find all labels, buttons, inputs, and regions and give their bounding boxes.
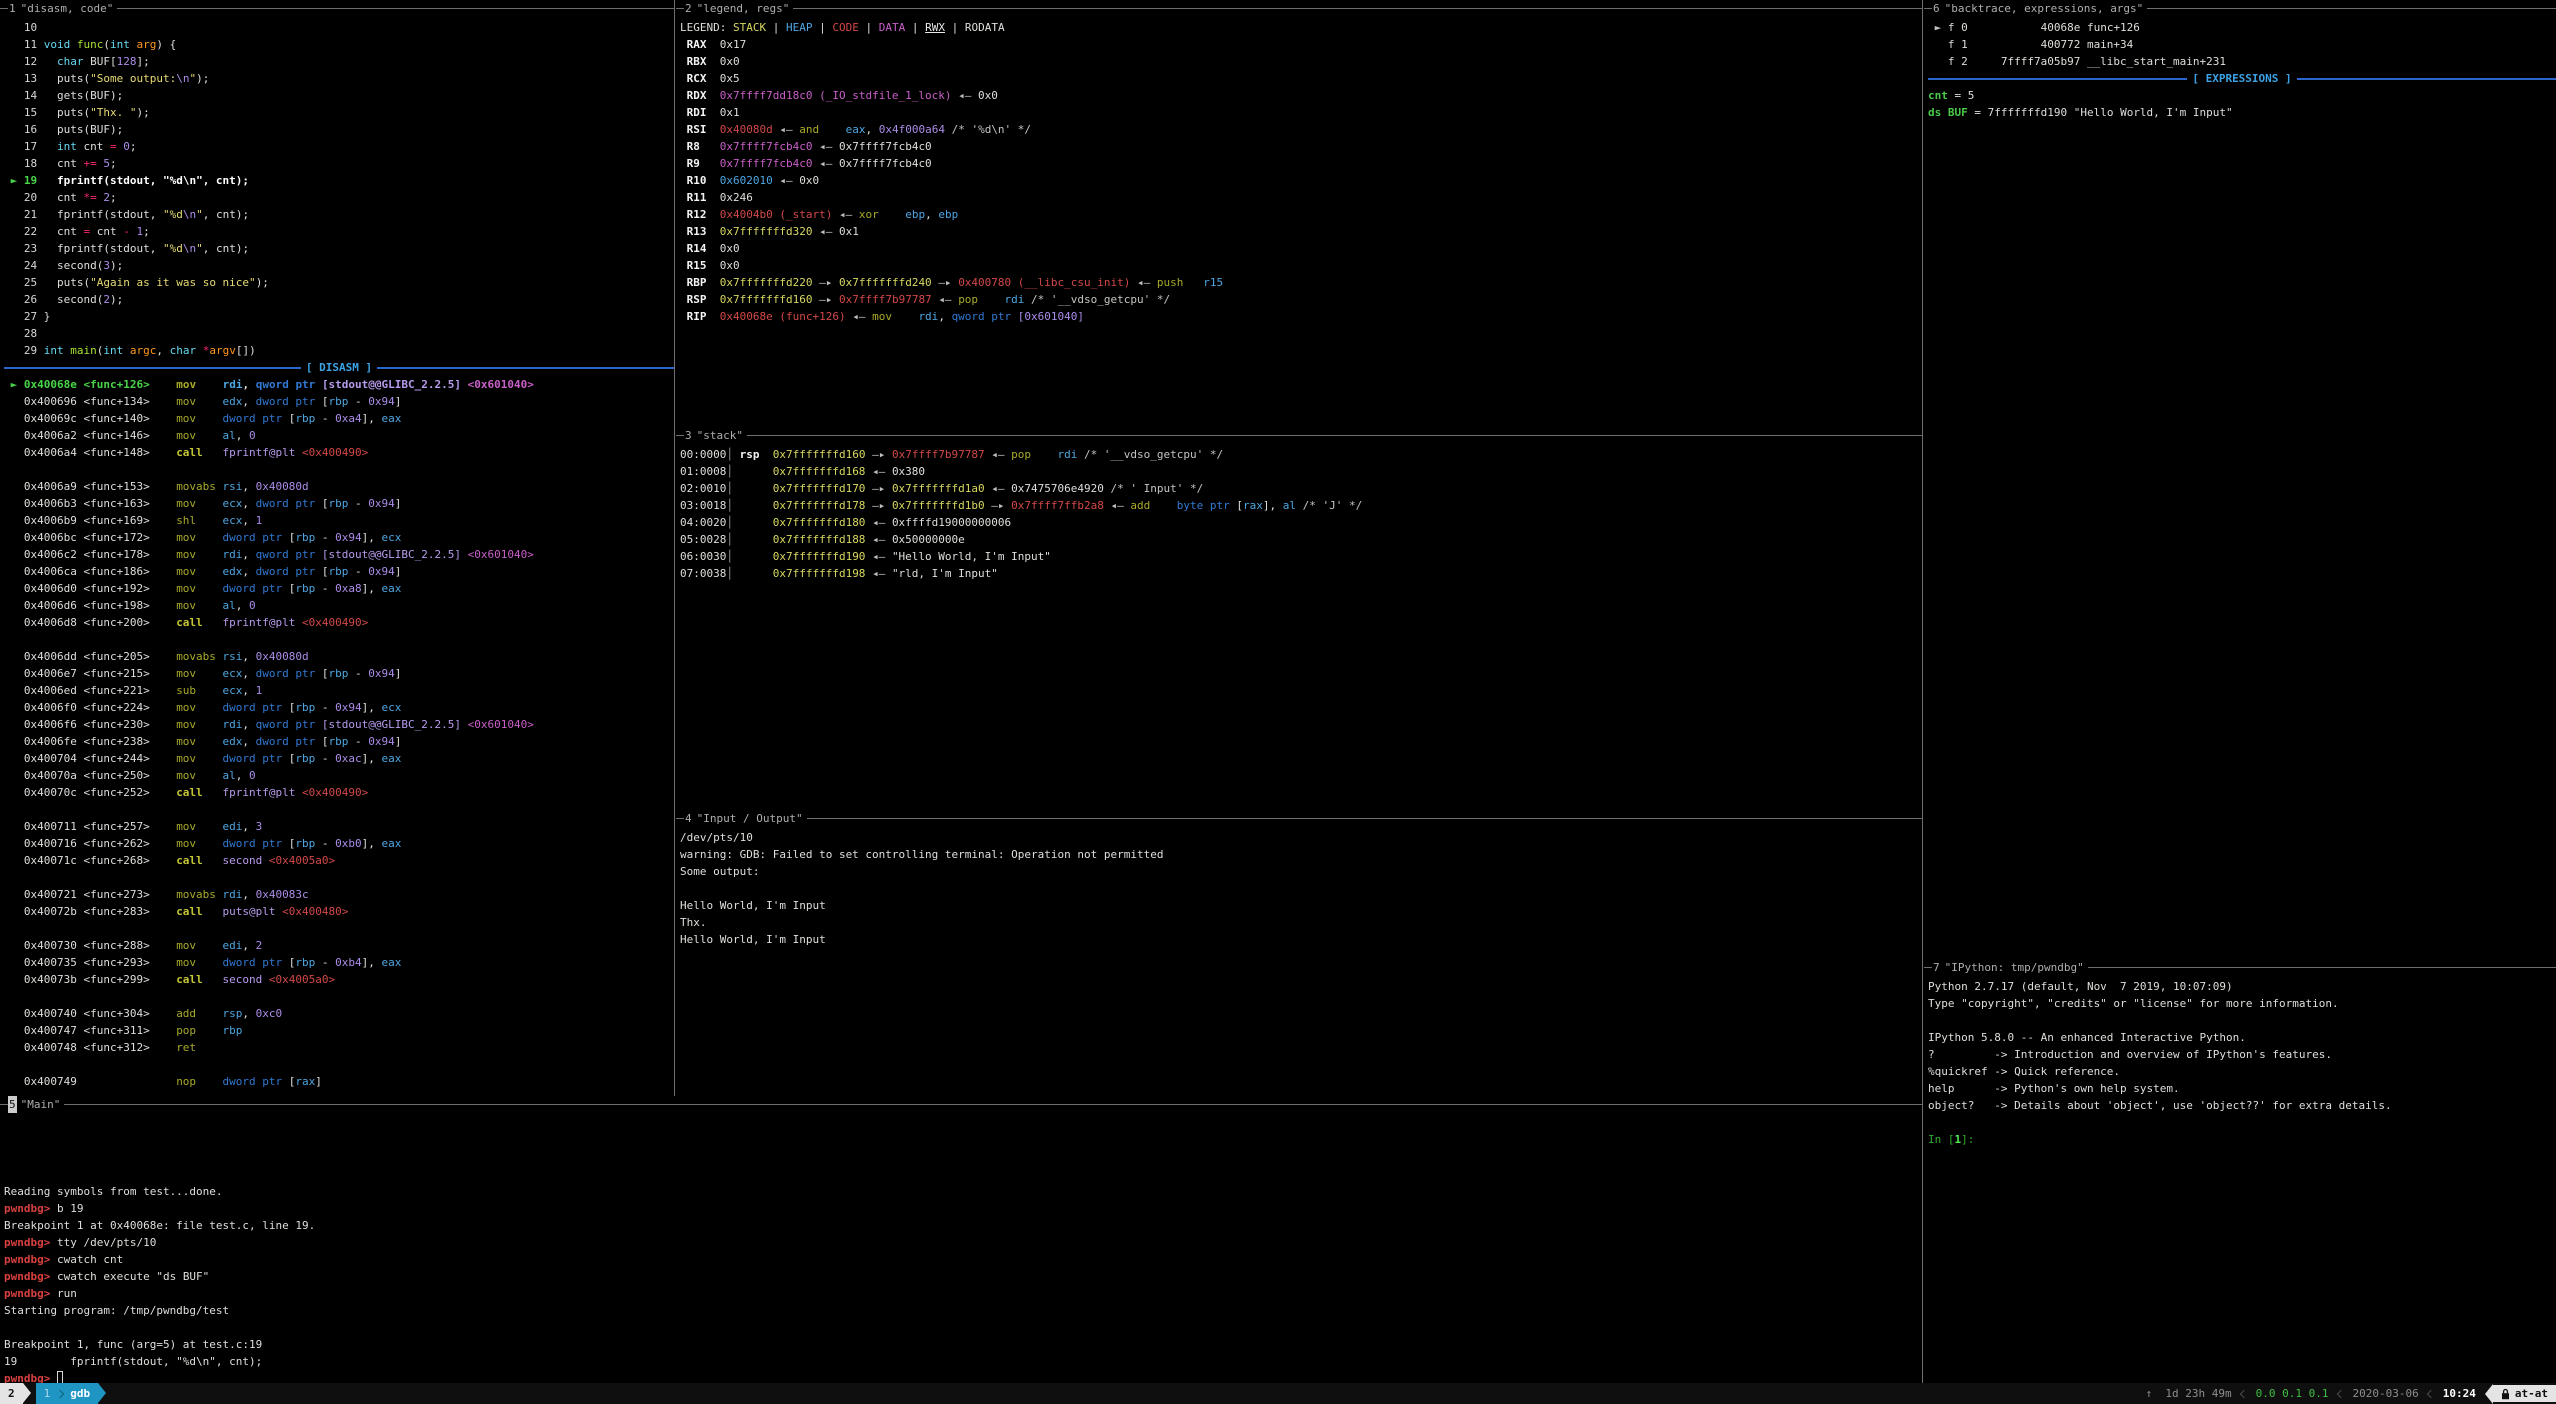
border-line (676, 435, 684, 436)
backtrace-expressions-listing[interactable]: ► f 0 40068e func+126 f 1 400772 main+34… (1924, 17, 2556, 121)
uptime-text: 1d 23h 49m (2165, 1385, 2231, 1402)
border-line (1924, 967, 1932, 968)
pane-title-ipython: 7"IPython: tmp/pwndbg" (1924, 959, 2556, 976)
window-name: gdb (70, 1385, 90, 1402)
status-left: 2 1 gdb (0, 1383, 106, 1404)
source-and-disasm-listing[interactable]: 10 11 void func(int arg) { 12 char BUF[1… (0, 17, 674, 1090)
status-date: 2020-03-06 (2353, 1385, 2419, 1402)
chevron-left-icon (2427, 1389, 2435, 1397)
pane-title-text: "legend, regs" (697, 0, 790, 17)
border-line (1924, 8, 1932, 9)
session-badge[interactable]: 2 (0, 1383, 23, 1404)
pane-separator-vertical[interactable] (674, 0, 675, 1096)
chevron-left-icon (2239, 1389, 2247, 1397)
ipython-console[interactable]: Python 2.7.17 (default, Nov 7 2019, 10:0… (1924, 976, 2556, 1148)
status-right: ↑ 1d 23h 49m 0.0 0.1 0.1 2020-03-06 10:2… (2146, 1383, 2556, 1404)
tmux-terminal: 1"disasm, code" 10 11 void func(int arg)… (0, 0, 2556, 1404)
chevron-right-icon (56, 1389, 64, 1397)
pane-separator-vertical[interactable] (1922, 0, 1923, 1383)
lock-icon (2501, 1388, 2510, 1400)
pane-main-gdb[interactable]: 5"Main" Reading symbols from test...done… (0, 1096, 1922, 1383)
window-number: 1 (44, 1385, 51, 1402)
hostname-badge: at-at (2493, 1385, 2556, 1402)
border-line (793, 8, 1922, 9)
status-clock: 10:24 (2443, 1385, 2476, 1402)
load-average: 0.0 0.1 0.1 (2256, 1385, 2329, 1402)
pane-number: 3 (684, 427, 693, 444)
pane-title-stack: 3"stack" (676, 427, 1922, 444)
border-line (0, 8, 8, 9)
program-io-output[interactable]: /dev/pts/10warning: GDB: Failed to set c… (676, 827, 1922, 948)
stack-listing[interactable]: 00:0000│ rsp 0x7fffffffd160 —▸ 0x7ffff7b… (676, 444, 1922, 582)
window-tab-gdb[interactable]: 1 gdb (36, 1383, 99, 1404)
pane-title-input-output: 4"Input / Output" (676, 810, 1922, 827)
pane-number: 1 (8, 0, 17, 17)
hostname-text: at-at (2515, 1385, 2548, 1402)
pane-title-backtrace: 6"backtrace, expressions, args" (1924, 0, 2556, 17)
pane-legend-regs[interactable]: 2"legend, regs" LEGEND: STACK | HEAP | C… (676, 0, 1922, 427)
border-line (0, 1104, 8, 1105)
pane-title-text: "backtrace, expressions, args" (1945, 0, 2144, 17)
border-line (117, 8, 674, 9)
pane-title-text: "disasm, code" (21, 0, 114, 17)
powerline-arrow-icon (23, 1383, 31, 1403)
uptime-arrow-icon: ↑ (2146, 1385, 2153, 1402)
pane-title-disasm-code: 1"disasm, code" (0, 0, 674, 17)
pane-number: 7 (1932, 959, 1941, 976)
chevron-left-icon (2336, 1389, 2344, 1397)
pane-number: 2 (684, 0, 693, 17)
pane-number: 6 (1932, 0, 1941, 17)
gdb-console[interactable]: Reading symbols from test...done.pwndbg>… (0, 1113, 1922, 1383)
powerline-arrow-icon (2485, 1384, 2493, 1404)
border-line (807, 818, 1922, 819)
border-line (676, 8, 684, 9)
pane-ipython[interactable]: 7"IPython: tmp/pwndbg" Python 2.7.17 (de… (1924, 959, 2556, 1383)
border-line (2088, 967, 2556, 968)
pane-title-main: 5"Main" (0, 1096, 1922, 1113)
pane-title-text: "Main" (21, 1096, 61, 1113)
powerline-arrow-icon (98, 1383, 106, 1403)
pane-disasm-code[interactable]: 1"disasm, code" 10 11 void func(int arg)… (0, 0, 674, 1096)
tmux-status-bar: 2 1 gdb ↑ 1d 23h 49m 0.0 0.1 0.1 2020-03… (0, 1383, 2556, 1404)
pane-stack[interactable]: 3"stack" 00:0000│ rsp 0x7fffffffd160 —▸ … (676, 427, 1922, 810)
pane-title-legend-regs: 2"legend, regs" (676, 0, 1922, 17)
registers-listing[interactable]: LEGEND: STACK | HEAP | CODE | DATA | RWX… (676, 17, 1922, 325)
pane-backtrace-expressions[interactable]: 6"backtrace, expressions, args" ► f 0 40… (1924, 0, 2556, 959)
border-line (747, 435, 1922, 436)
pane-title-text: "stack" (697, 427, 743, 444)
border-line (64, 1104, 1922, 1105)
pane-input-output[interactable]: 4"Input / Output" /dev/pts/10warning: GD… (676, 810, 1922, 1096)
border-line (2147, 8, 2556, 9)
pane-title-text: "IPython: tmp/pwndbg" (1945, 959, 2084, 976)
pane-number: 4 (684, 810, 693, 827)
pane-number-active: 5 (8, 1096, 17, 1113)
border-line (676, 818, 684, 819)
pane-title-text: "Input / Output" (697, 810, 803, 827)
